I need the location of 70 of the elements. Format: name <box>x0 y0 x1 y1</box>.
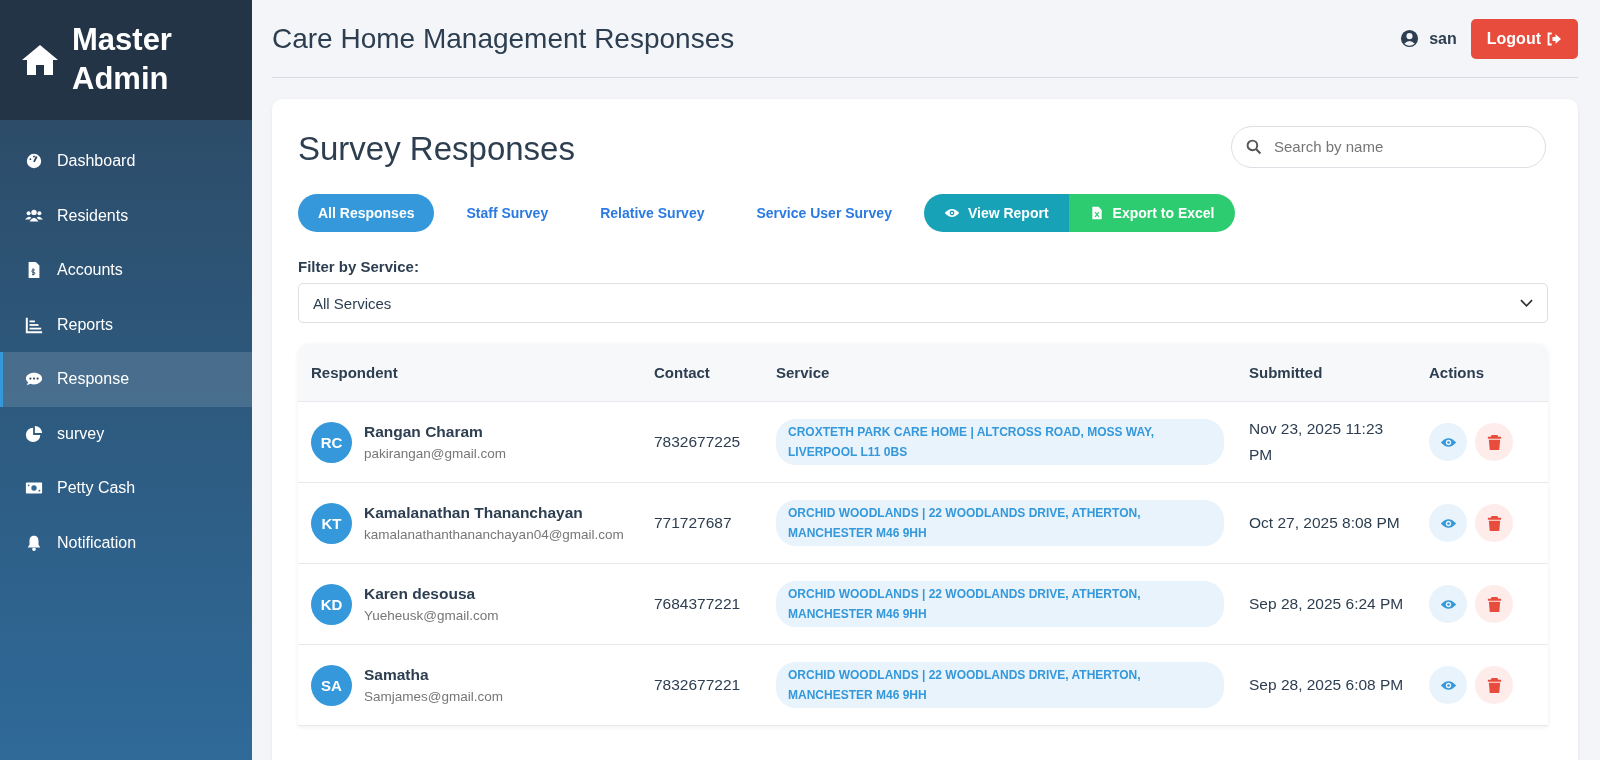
view-button[interactable] <box>1429 585 1467 623</box>
delete-button[interactable] <box>1475 666 1513 704</box>
submitted-date: Sep 28, 2025 6:24 PM <box>1249 594 1405 614</box>
delete-button[interactable] <box>1475 585 1513 623</box>
bell-icon <box>25 533 43 552</box>
column-header: Respondent <box>311 364 399 381</box>
respondent-name: Samatha <box>364 666 430 684</box>
contact-number: 771727687 <box>654 514 732 532</box>
respondent-name: Rangan Charam <box>364 423 484 441</box>
contact-number: 7684377221 <box>654 595 741 613</box>
page-title: Care Home Management Responses <box>272 22 735 55</box>
service-tag: ORCHID WOODLANDS | 22 WOODLANDS DRIVE, ATHERTON, MANCHESTER M46 9HH <box>776 662 1224 708</box>
contact-number: 7832677221 <box>654 676 741 694</box>
house-icon <box>20 43 60 77</box>
filter-tab[interactable]: Service User Survey <box>736 194 912 232</box>
sidebar-item[interactable]: Notification <box>0 515 252 570</box>
view-button[interactable] <box>1429 666 1467 704</box>
trash-icon <box>1485 595 1503 613</box>
respondent-email: Samjames@gmail.com <box>364 689 503 704</box>
initials-avatar: KD <box>311 583 352 625</box>
respondent-email: Yueheusk@gmail.com <box>364 608 499 623</box>
chevron-down-icon <box>1520 299 1533 307</box>
respondent-email: pakirangan@gmail.com <box>364 446 507 461</box>
filter-tab[interactable]: Relative Survey <box>580 194 725 232</box>
bar-chart-icon <box>25 315 43 334</box>
submitted-date: Nov 23, 2025 11:23 PM <box>1249 419 1385 465</box>
sidebar-item[interactable]: Petty Cash <box>0 461 252 516</box>
submitted-date: Oct 27, 2025 8:08 PM <box>1249 513 1401 533</box>
user-icon <box>1400 29 1420 48</box>
user-name: san <box>1429 29 1457 48</box>
initials-avatar: RC <box>311 421 352 463</box>
service-dropdown[interactable]: All Services <box>298 283 1548 323</box>
column-header: Contact <box>654 364 711 381</box>
sidebar-item[interactable]: Dashboard <box>0 134 252 189</box>
trash-icon <box>1485 676 1503 694</box>
gauge-icon <box>25 152 43 171</box>
brand-title: Master Admin <box>72 21 173 98</box>
pie-chart-icon <box>25 424 43 443</box>
logout-button[interactable]: Logout <box>1470 18 1578 59</box>
submitted-date: Sep 28, 2025 6:08 PM <box>1249 675 1405 695</box>
eye-icon <box>943 206 960 220</box>
filter-tab[interactable]: Staff Survey <box>446 194 569 232</box>
service-tag: ORCHID WOODLANDS | 22 WOODLANDS DRIVE, ATHERTON, MANCHESTER M46 9HH <box>776 581 1224 627</box>
sidebar-item[interactable]: Accounts <box>0 243 252 298</box>
trash-icon <box>1485 433 1503 451</box>
respondent-email: kamalanathanthananchayan04@gmail.com <box>364 527 624 542</box>
section-title: Survey Responses <box>298 130 575 168</box>
sidebar-item[interactable]: Reports <box>0 297 252 352</box>
respondent-name: Kamalanathan Thananchayan <box>364 504 584 522</box>
column-header: Service <box>776 364 831 381</box>
initials-avatar: KT <box>311 502 352 544</box>
sidebar-item[interactable]: survey <box>0 406 252 461</box>
sidebar-item[interactable]: Residents <box>0 188 252 243</box>
service-tag: CROXTETH PARK CARE HOME | ALTCROSS ROAD, MOSS WAY, LIVERPOOL L11 0BS <box>776 419 1224 465</box>
trash-icon <box>1485 514 1503 532</box>
column-header: Actions <box>1429 364 1485 381</box>
view-button[interactable] <box>1429 423 1467 461</box>
search-field[interactable]: Search by name <box>1231 125 1546 168</box>
sign-out-icon <box>1546 31 1562 46</box>
filter-label: Filter by Service: <box>298 258 420 275</box>
contact-number: 7832677225 <box>654 433 741 451</box>
initials-avatar: SA <box>311 664 352 706</box>
view-button[interactable] <box>1429 504 1467 542</box>
service-tag: ORCHID WOODLANDS | 22 WOODLANDS DRIVE, ATHERTON, MANCHESTER M46 9HH <box>776 500 1224 546</box>
respondent-name: Karen desousa <box>364 585 477 603</box>
sidebar-item[interactable]: Response <box>0 352 252 407</box>
delete-button[interactable] <box>1475 423 1513 461</box>
column-header: Submitted <box>1249 364 1324 381</box>
delete-button[interactable] <box>1475 504 1513 542</box>
search-icon <box>1246 138 1262 155</box>
